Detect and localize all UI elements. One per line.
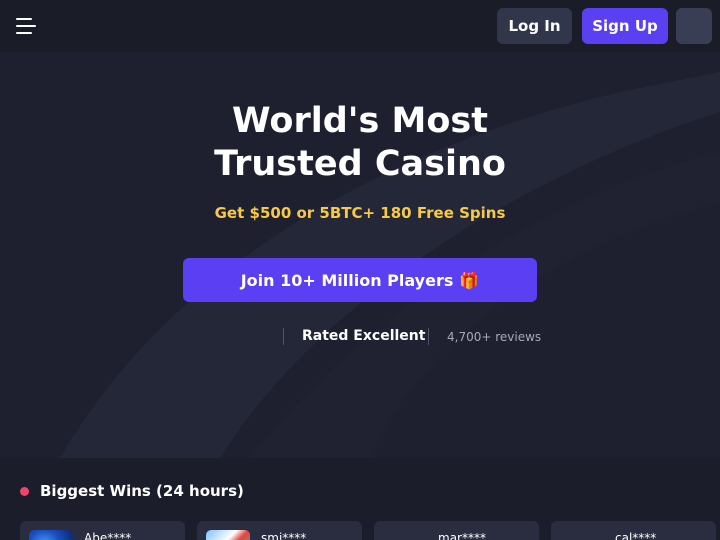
account-menu-button[interactable]	[676, 8, 712, 44]
live-indicator-icon	[20, 487, 29, 496]
game-thumbnail	[29, 530, 73, 540]
login-button[interactable]: Log In	[497, 8, 572, 44]
menu-icon[interactable]	[16, 17, 36, 35]
rating-label: Rated Excellent	[302, 328, 426, 344]
hero-title-line-2: Trusted Casino	[214, 144, 506, 184]
hero-title: World's Most Trusted Casino	[0, 100, 720, 186]
review-count: 4,700+ reviews	[447, 330, 542, 344]
game-thumbnail	[206, 530, 250, 540]
divider	[428, 328, 429, 345]
join-button[interactable]: Join 10+ Million Players 🎁	[183, 258, 537, 302]
win-card[interactable]: smi****	[197, 521, 362, 540]
signup-button[interactable]: Sign Up	[582, 8, 668, 44]
winner-name: mar****	[438, 531, 486, 540]
hero-title-line-1: World's Most	[232, 101, 488, 141]
win-card[interactable]: Abe****	[20, 521, 185, 540]
winner-name: smi****	[261, 531, 307, 540]
gift-icon: 🎁	[459, 270, 480, 290]
divider	[283, 328, 284, 345]
hero-section: World's Most Trusted Casino Get $500 or …	[0, 52, 720, 458]
top-bar: Log In Sign Up	[0, 0, 720, 52]
biggest-wins-title: Biggest Wins (24 hours)	[40, 482, 244, 500]
rating-strip: Rated Excellent 4,700+ reviews	[0, 327, 720, 347]
winner-name: Abe****	[84, 531, 132, 540]
win-card[interactable]: cal****	[551, 521, 716, 540]
bonus-offer: Get $500 or 5BTC+ 180 Free Spins	[214, 204, 506, 222]
join-button-label: Join 10+ Million Players	[240, 270, 454, 290]
win-card[interactable]: mar****	[374, 521, 539, 540]
winner-name: cal****	[615, 531, 657, 540]
